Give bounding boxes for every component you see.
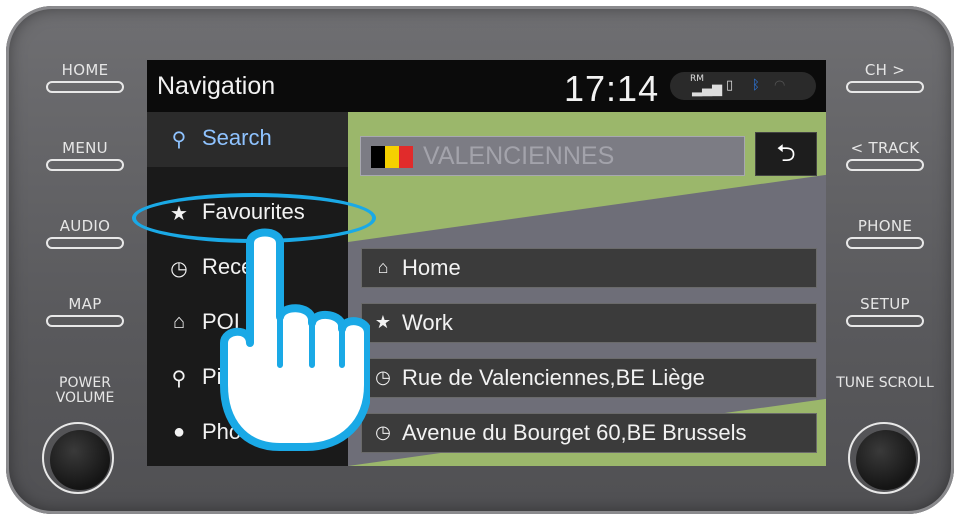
clock: 17:14 bbox=[564, 68, 660, 109]
star-icon: ★ bbox=[374, 312, 392, 332]
list-item-label: Rue de Valenciennes,BE Liège bbox=[402, 365, 705, 390]
track-hardware-label: < TRACK bbox=[850, 139, 920, 157]
sidebar-item-search[interactable]: ⚲ Search bbox=[147, 112, 348, 167]
pin-icon: ⚲ bbox=[171, 368, 187, 390]
country-flag-icon bbox=[371, 146, 413, 168]
phone-hardware-button[interactable]: PHONE bbox=[835, 218, 935, 249]
signal-icon: ▂▄▆ bbox=[692, 82, 722, 97]
menu-hardware-label: MENU bbox=[62, 139, 108, 157]
menu-hardware-button[interactable]: MENU bbox=[40, 140, 130, 171]
map-view[interactable]: VALENCIENNES ⮌ ⌂ Home ★ Work ◷ Rue de Va… bbox=[348, 112, 826, 466]
pointing-hand-icon bbox=[220, 228, 370, 451]
clock-icon: ◷ bbox=[170, 258, 188, 280]
person-icon: ● bbox=[172, 421, 186, 443]
list-item-label: Home bbox=[402, 255, 461, 280]
map-hardware-label: MAP bbox=[68, 295, 102, 313]
status-icons: RM ▂▄▆ ▯ ᛒ ◠ bbox=[670, 72, 816, 100]
poi-icon: ⌂ bbox=[172, 311, 186, 333]
favourite-recent-row[interactable]: ◷ Rue de Valenciennes,BE Liège bbox=[361, 358, 817, 398]
favourite-home-row[interactable]: ⌂ Home bbox=[361, 248, 817, 288]
bluetooth-icon: ᛒ bbox=[752, 78, 760, 93]
map-hardware-button[interactable]: MAP bbox=[40, 296, 130, 327]
favourite-recent-row[interactable]: ◷ Avenue du Bourget 60,BE Brussels bbox=[361, 413, 817, 453]
back-button[interactable]: ⮌ bbox=[755, 132, 817, 176]
list-item-label: Avenue du Bourget 60,BE Brussels bbox=[402, 420, 747, 445]
ch-hardware-button[interactable]: CH > bbox=[835, 62, 935, 93]
back-arrow-icon: ⮌ bbox=[776, 139, 796, 167]
city-search-field[interactable]: VALENCIENNES bbox=[360, 136, 745, 176]
search-icon: ⚲ bbox=[171, 129, 187, 151]
volume-knob[interactable] bbox=[42, 422, 114, 494]
favourite-work-row[interactable]: ★ Work bbox=[361, 303, 817, 343]
clock-icon: ◷ bbox=[375, 367, 391, 387]
list-item-label: Work bbox=[402, 310, 453, 335]
ch-hardware-label: CH > bbox=[864, 61, 906, 79]
home-hardware-button[interactable]: HOME bbox=[40, 62, 130, 93]
setup-hardware-label: SETUP bbox=[860, 295, 910, 313]
home-hardware-label: HOME bbox=[61, 61, 109, 79]
tune-knob[interactable] bbox=[848, 422, 920, 494]
clock-icon: ◷ bbox=[375, 422, 391, 442]
phone-hardware-label: PHONE bbox=[857, 217, 913, 235]
audio-hardware-label: AUDIO bbox=[59, 217, 111, 235]
track-hardware-button[interactable]: < TRACK bbox=[835, 140, 935, 171]
audio-hardware-button[interactable]: AUDIO bbox=[40, 218, 130, 249]
setup-hardware-button[interactable]: SETUP bbox=[835, 296, 935, 327]
sidebar-item-label: Search bbox=[202, 125, 272, 150]
tune-scroll-label: TUNE SCROLL bbox=[836, 375, 934, 391]
status-bar: Navigation 17:14 RM ▂▄▆ ▯ ᛒ ◠ bbox=[147, 60, 826, 112]
screen-title: Navigation bbox=[157, 72, 276, 100]
home-icon: ⌂ bbox=[377, 257, 389, 277]
city-field-text: VALENCIENNES bbox=[423, 142, 615, 170]
wifi-icon: ◠ bbox=[774, 78, 786, 93]
power-volume-label: POWER VOLUME bbox=[55, 375, 115, 406]
phone-icon: ▯ bbox=[726, 78, 734, 93]
